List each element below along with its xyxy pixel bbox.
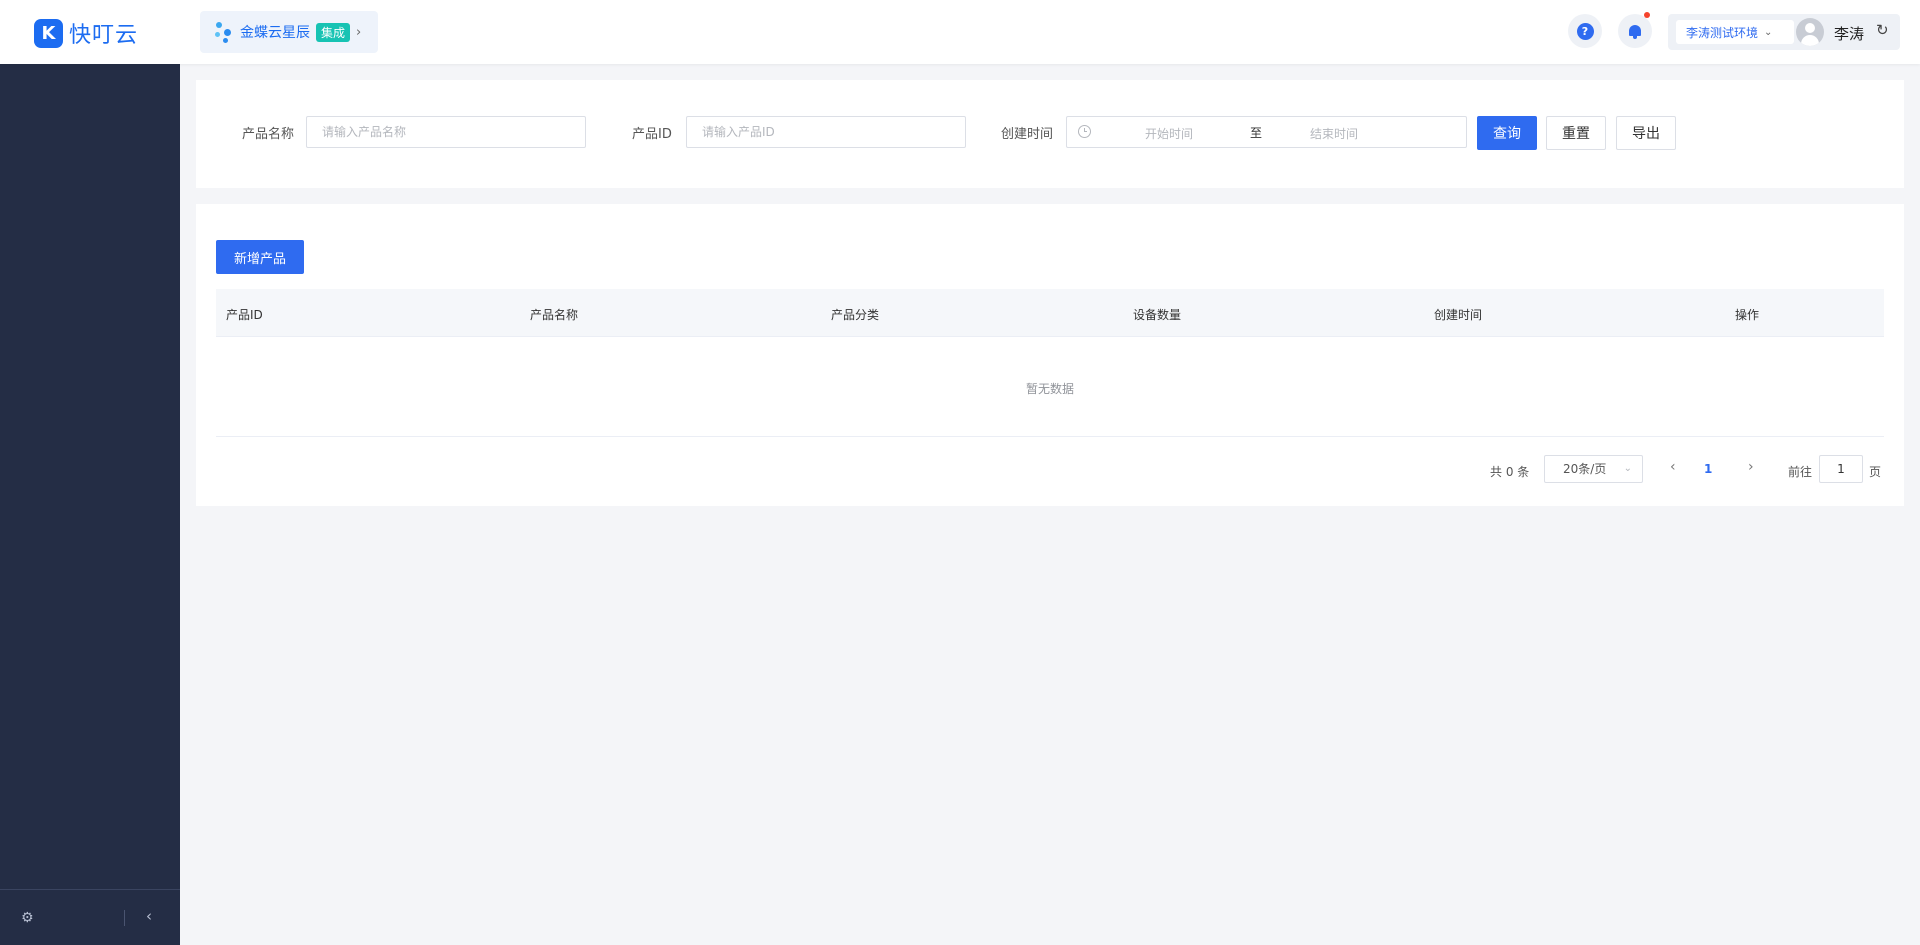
notification-button[interactable]: [1618, 12, 1652, 48]
page-number[interactable]: 1: [1704, 462, 1712, 476]
goto-label: 前往: [1788, 465, 1813, 479]
pagination-total: 共 0 条: [1490, 465, 1530, 479]
column-header: 操作: [1735, 308, 1760, 322]
divider: [124, 910, 125, 926]
table-empty-row: 暂无数据: [216, 337, 1884, 437]
sidebar-footer: ⚙ ‹: [0, 889, 180, 945]
date-range-picker[interactable]: 开始时间 至 结束时间: [1066, 116, 1467, 148]
start-date-input[interactable]: 开始时间: [1145, 125, 1193, 142]
app-logo[interactable]: K 快叮云: [34, 17, 138, 49]
app-badge: 集成: [316, 22, 351, 42]
help-icon: ?: [1576, 22, 1594, 40]
created-time-label: 创建时间: [1001, 127, 1054, 142]
sidebar: ⚙ ‹: [0, 64, 180, 945]
goto-unit: 页: [1869, 465, 1882, 479]
top-header: K 快叮云 金蝶云星辰 集成 › ? 李涛测试环境 ⌄ 李涛 ↻: [0, 0, 1920, 64]
page-size-value: 20条/页: [1563, 462, 1607, 476]
bell-icon: [1628, 24, 1642, 39]
empty-text: 暂无数据: [1025, 382, 1074, 396]
app-dots-icon: [214, 20, 234, 44]
column-header: 创建时间: [1434, 308, 1483, 322]
reset-button[interactable]: 重置: [1546, 116, 1606, 150]
collapse-sidebar-icon[interactable]: ‹: [146, 907, 152, 925]
gear-icon[interactable]: ⚙: [21, 910, 34, 926]
clock-icon: [1078, 125, 1091, 138]
export-button[interactable]: 导出: [1616, 116, 1676, 150]
avatar[interactable]: [1796, 18, 1824, 46]
chevron-down-icon: ⌄: [1623, 463, 1632, 474]
chevron-right-icon: ›: [356, 24, 362, 40]
column-header: 设备数量: [1133, 308, 1182, 322]
page-size-select[interactable]: 20条/页 ⌄: [1544, 455, 1643, 483]
product-id-input[interactable]: [686, 116, 966, 148]
column-header: 产品分类: [831, 308, 880, 322]
chevron-down-icon: ⌄: [1764, 26, 1773, 38]
logo-icon: K: [34, 18, 63, 48]
user-area: 李涛测试环境 ⌄ 李涛 ↻: [1668, 14, 1900, 50]
environment-select[interactable]: 李涛测试环境 ⌄: [1676, 20, 1794, 44]
date-range-separator: 至: [1250, 126, 1263, 140]
goto-page-input[interactable]: [1819, 455, 1863, 483]
refresh-icon[interactable]: ↻: [1876, 22, 1892, 38]
notification-dot: [1644, 12, 1650, 18]
app-switcher[interactable]: 金蝶云星辰 集成 ›: [200, 11, 378, 53]
add-product-button[interactable]: 新增产品: [216, 240, 304, 274]
product-name-input[interactable]: [306, 116, 586, 148]
user-name[interactable]: 李涛: [1834, 23, 1864, 44]
prev-page-icon[interactable]: ‹: [1670, 459, 1676, 475]
end-date-input[interactable]: 结束时间: [1310, 125, 1358, 142]
logo-text: 快叮云: [69, 23, 139, 48]
search-panel: 产品名称 产品ID 创建时间 开始时间 至 结束时间 查询 重置 导出: [196, 80, 1904, 188]
column-header: 产品ID: [226, 308, 263, 322]
next-page-icon[interactable]: ›: [1748, 459, 1754, 475]
environment-label: 李涛测试环境: [1686, 25, 1759, 40]
query-button[interactable]: 查询: [1477, 116, 1537, 150]
help-button[interactable]: ?: [1568, 14, 1602, 48]
product-id-label: 产品ID: [632, 127, 672, 142]
column-header: 产品名称: [530, 308, 579, 322]
table-panel: 新增产品 产品ID 产品名称 产品分类 设备数量 创建时间 操作 暂无数据 共 …: [196, 204, 1904, 506]
product-name-label: 产品名称: [242, 127, 295, 142]
app-name: 金蝶云星辰: [240, 25, 310, 41]
table-header: 产品ID 产品名称 产品分类 设备数量 创建时间 操作: [216, 289, 1884, 337]
